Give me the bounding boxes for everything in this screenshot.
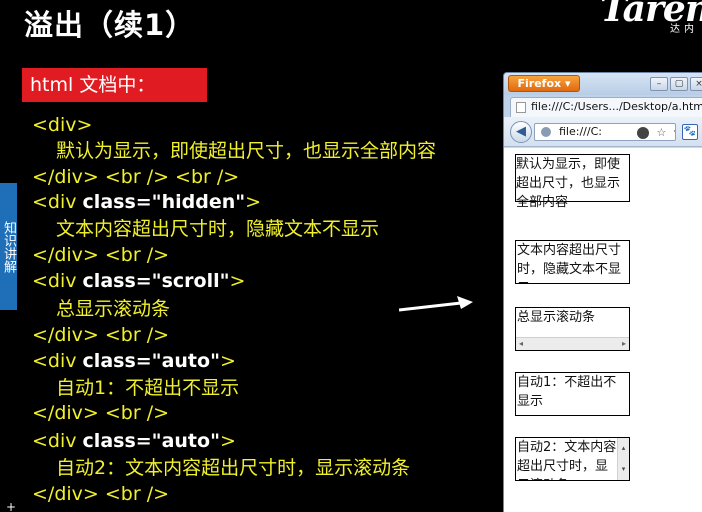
demo-box-default-text: 默认为显示，即使超出尺寸，也显示全部内容 xyxy=(516,157,621,210)
demo-box-hidden: 文本内容超出尺寸时，隐藏文本不显示 xyxy=(515,240,630,284)
slide-title: 溢出（续1） xyxy=(24,8,196,42)
horizontal-scrollbar[interactable]: ◂ ▸ xyxy=(516,337,629,350)
demo-box-scroll-text: 总显示滚动条 xyxy=(517,310,596,325)
code-line-11: 自动1：不超出不显示 xyxy=(56,377,240,399)
minimize-button[interactable]: – xyxy=(650,77,668,91)
globe-icon xyxy=(541,127,551,137)
scroll-right-icon[interactable]: ▸ xyxy=(622,338,626,350)
code-line-2: 默认为显示，即使超出尺寸，也显示全部内容 xyxy=(56,140,437,162)
brand-logo-sub: 达内 xyxy=(670,24,698,35)
code-line-12: </div> <br /> xyxy=(32,402,170,424)
demo-box-auto-1: 自动1：不超出不显示 xyxy=(515,372,630,416)
demo-box-hidden-text: 文本内容超出尺寸时，隐藏文本不显示 xyxy=(517,243,622,283)
code-tag: <div xyxy=(32,270,83,292)
vertical-scrollbar[interactable]: ▴ ▾ xyxy=(617,438,629,480)
code-line-9: </div> <br /> xyxy=(32,324,170,346)
section-label: html 文档中： xyxy=(22,68,207,102)
scroll-left-icon[interactable]: ◂ xyxy=(519,338,523,350)
scroll-up-icon[interactable]: ▴ xyxy=(618,439,629,458)
code-line-10: <div class="auto"> xyxy=(32,348,236,374)
code-line-3: </div> <br /> <br /> xyxy=(32,166,240,188)
code-line-6: </div> <br /> xyxy=(32,244,170,266)
browser-navbar: ◀ file:///C: ☆ ▿ ↻ 🐾 xyxy=(504,117,702,147)
side-tab-label: 知识讲解 xyxy=(1,220,16,273)
code-class-attr: class="hidden" xyxy=(82,191,246,213)
scroll-down-icon[interactable]: ▾ xyxy=(618,460,629,479)
demo-box-scroll[interactable]: 总显示滚动条 ◂ ▸ xyxy=(515,307,630,351)
browser-tabbar: file:///C:/Users.../Desktop/a.html xyxy=(504,95,702,117)
demo-box-default: 默认为显示，即使超出尺寸，也显示全部内容 xyxy=(515,154,630,210)
tab-title: file:///C:/Users.../Desktop/a.html xyxy=(531,100,702,113)
code-tag: <div xyxy=(32,350,83,372)
code-line-14: 自动2：文本内容超出尺寸时，显示滚动条 xyxy=(56,457,411,479)
firefox-menu-label: Firefox xyxy=(517,77,562,90)
code-line-13: <div class="auto"> xyxy=(32,428,236,454)
code-line-8: 总显示滚动条 xyxy=(56,298,171,320)
browser-tab[interactable]: file:///C:/Users.../Desktop/a.html xyxy=(510,97,702,117)
code-tag-close: > xyxy=(219,430,236,452)
demo-box-auto-2[interactable]: 自动2：文本内容超出尺寸时，显示滚动条 ▴ ▾ xyxy=(515,437,630,481)
demo-box-auto-2-text: 自动2：文本内容超出尺寸时，显示滚动条 xyxy=(517,440,617,480)
arrow-right-icon xyxy=(399,296,473,312)
code-line-1: <div> xyxy=(32,114,93,136)
bottom-mark: + xyxy=(6,500,17,512)
code-tag-close: > xyxy=(229,270,246,292)
code-tag: <div xyxy=(32,430,83,452)
code-tag-close: > xyxy=(245,191,262,213)
close-button[interactable]: × xyxy=(690,77,702,91)
browser-titlebar: Firefox ▾ – ▢ × xyxy=(504,73,702,95)
url-bar[interactable]: file:///C: ☆ ▿ ↻ xyxy=(534,123,676,141)
back-button[interactable]: ◀ xyxy=(510,121,532,143)
code-tag-close: > xyxy=(219,350,236,372)
firefox-menu-button[interactable]: Firefox ▾ xyxy=(508,75,580,92)
dropdown-arrow-icon[interactable]: ▿ xyxy=(674,126,675,139)
maximize-button[interactable]: ▢ xyxy=(670,77,688,91)
code-class-attr: class="auto" xyxy=(82,430,220,452)
page-icon xyxy=(516,102,526,113)
addon-icon[interactable]: 🐾 xyxy=(682,124,698,140)
url-bar-icons: ☆ ▿ ↻ xyxy=(637,125,675,140)
url-text: file:///C: xyxy=(559,125,602,138)
demo-box-auto-1-text: 自动1：不超出不显示 xyxy=(517,375,617,409)
code-class-attr: class="auto" xyxy=(82,350,220,372)
code-class-attr: class="scroll" xyxy=(82,270,230,292)
code-line-7: <div class="scroll"> xyxy=(32,268,245,294)
code-tag: <div xyxy=(32,191,83,213)
side-tab: 知识讲解 xyxy=(0,183,17,310)
code-line-4: <div class="hidden"> xyxy=(32,189,261,215)
go-icon[interactable] xyxy=(637,127,649,139)
code-line-15: </div> <br /> xyxy=(32,483,170,505)
star-icon[interactable]: ☆ xyxy=(657,126,667,139)
code-line-5: 文本内容超出尺寸时，隐藏文本不显示 xyxy=(56,218,380,240)
window-controls: – ▢ × xyxy=(650,77,702,91)
